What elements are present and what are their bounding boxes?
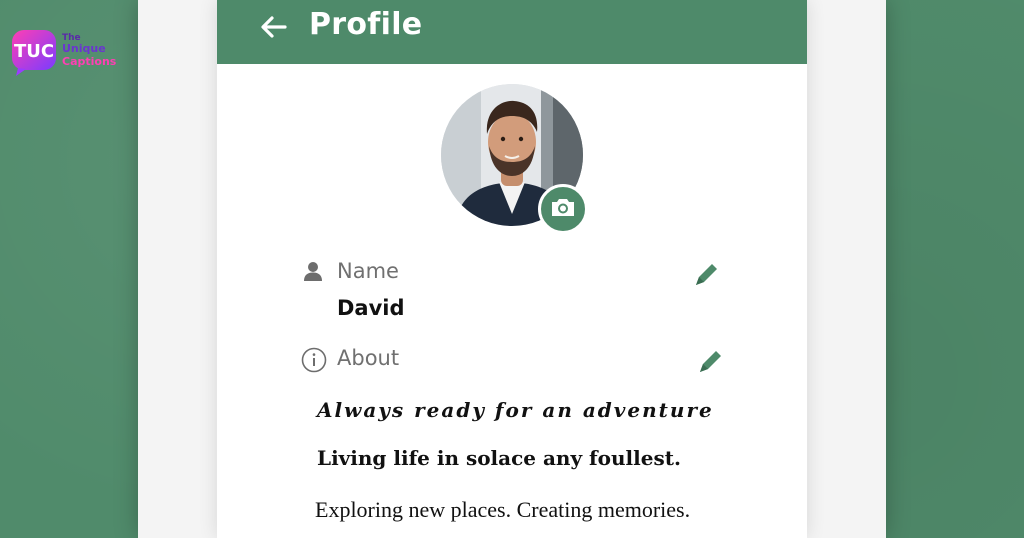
svg-text:TUC: TUC	[14, 41, 54, 62]
back-arrow-icon[interactable]	[257, 10, 291, 44]
change-photo-button[interactable]	[538, 184, 588, 234]
info-icon	[301, 347, 327, 373]
about-line-1: Always ready for an adventure	[317, 398, 714, 422]
edit-name-pencil-icon[interactable]	[690, 261, 720, 291]
edit-about-pencil-icon[interactable]	[694, 348, 724, 378]
brand-logo: TUC The Unique Captions	[10, 24, 130, 78]
person-icon	[302, 260, 324, 282]
profile-screen: Profile Name David About Always ready fo…	[217, 0, 807, 538]
svg-text:Unique: Unique	[62, 42, 106, 55]
camera-icon	[550, 196, 576, 223]
about-line-3: Exploring new places. Creating memories.	[315, 497, 691, 522]
about-line-2: Living life in solace any foullest.	[317, 446, 681, 470]
svg-text:Captions: Captions	[62, 55, 117, 68]
page-title: Profile	[309, 7, 423, 42]
app-bar: Profile	[217, 0, 807, 64]
name-label: Name	[337, 259, 399, 283]
about-label: About	[337, 346, 400, 370]
name-value: David	[337, 296, 405, 320]
